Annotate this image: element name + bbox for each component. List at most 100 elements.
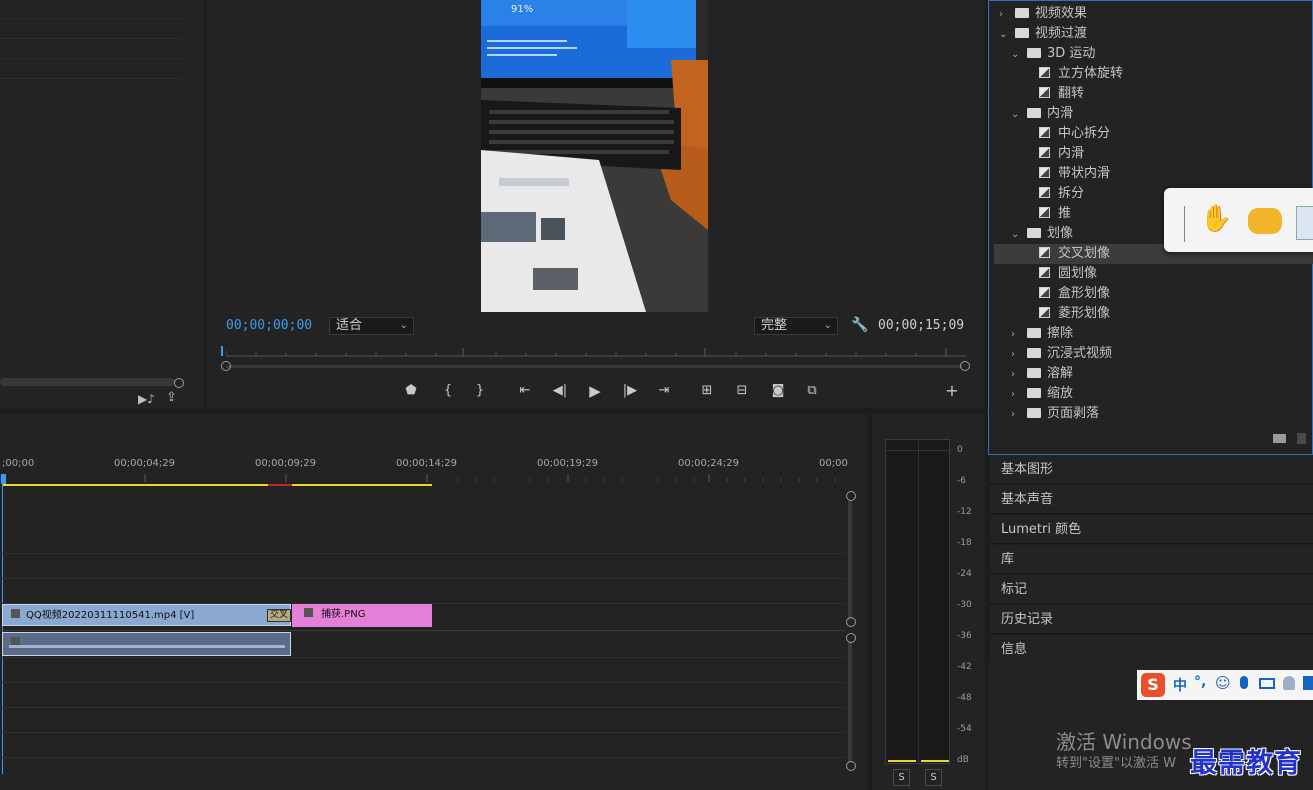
- tree-folder-row[interactable]: › 溶解: [1011, 364, 1073, 384]
- mark-out-icon[interactable]: }: [469, 382, 491, 400]
- chevron-right-icon[interactable]: ›: [999, 5, 1009, 25]
- lift-icon[interactable]: ⊞: [696, 382, 718, 400]
- tree-effect-row[interactable]: 立方体旋转: [1039, 64, 1123, 84]
- comparison-view-icon[interactable]: ⧉: [801, 382, 823, 400]
- wrench-icon[interactable]: 🔧: [851, 317, 868, 333]
- fit-dropdown[interactable]: 适合 ⌄: [329, 317, 414, 335]
- track-divider: [0, 682, 845, 683]
- tree-effect-row[interactable]: 内滑: [1039, 144, 1084, 164]
- step-forward-icon[interactable]: |▶: [619, 382, 641, 400]
- sogou-logo-icon[interactable]: S: [1141, 673, 1165, 697]
- scroll-handle[interactable]: [174, 378, 184, 388]
- chevron-right-icon[interactable]: ›: [1011, 325, 1021, 345]
- delete-icon[interactable]: [1297, 433, 1306, 444]
- tree-folder-row[interactable]: › 擦除: [1011, 324, 1073, 344]
- scroll-handle[interactable]: [846, 633, 856, 643]
- microphone-icon[interactable]: [1240, 676, 1248, 689]
- chevron-right-icon[interactable]: ›: [1011, 385, 1021, 405]
- video-track-scrollbar[interactable]: [848, 500, 852, 620]
- go-to-out-icon[interactable]: ⇥: [653, 382, 675, 400]
- play-icon[interactable]: ▶: [584, 382, 606, 400]
- scroll-handle[interactable]: [846, 761, 856, 771]
- upload-icon[interactable]: [1303, 676, 1313, 690]
- tree-effect-row[interactable]: 盒形划像: [1039, 284, 1110, 304]
- tree-folder-row[interactable]: › 沉浸式视频: [1011, 344, 1112, 364]
- hand-icon[interactable]: ✋: [1200, 204, 1232, 234]
- chevron-right-icon[interactable]: ›: [1011, 365, 1021, 385]
- chevron-down-icon[interactable]: ⌄: [1011, 105, 1021, 125]
- tree-folder-row[interactable]: › 缩放: [1011, 384, 1073, 404]
- go-to-in-icon[interactable]: ⇤: [514, 382, 536, 400]
- export-icon[interactable]: ⇪: [166, 390, 177, 405]
- timeline-playhead-line[interactable]: [2, 484, 3, 774]
- side-panel-tab[interactable]: 信息: [990, 635, 1313, 664]
- add-button-icon[interactable]: +: [941, 382, 963, 400]
- solo-button-left[interactable]: S: [893, 769, 910, 786]
- zoom-handle-right[interactable]: [960, 361, 970, 371]
- music-note-icon[interactable]: ▶♪: [138, 392, 155, 406]
- video-progress-text: 91%: [511, 4, 533, 15]
- tree-effect-row[interactable]: 翻转: [1039, 84, 1084, 104]
- side-panel-tab[interactable]: 基本声音: [990, 485, 1313, 514]
- tree-effect-row[interactable]: 交叉划像: [1039, 244, 1110, 264]
- side-panel-tab[interactable]: 历史记录: [990, 605, 1313, 634]
- side-panel-tab[interactable]: Lumetri 颜色: [990, 515, 1313, 544]
- chevron-right-icon[interactable]: ›: [1011, 405, 1021, 425]
- step-back-icon[interactable]: ◀|: [549, 382, 571, 400]
- tree-effect-row[interactable]: 中心拆分: [1039, 124, 1110, 144]
- emoji-icon[interactable]: ☺: [1215, 674, 1231, 692]
- keyboard-icon[interactable]: [1259, 678, 1275, 689]
- image-clip[interactable]: 捕获.PNG: [292, 604, 432, 627]
- current-timecode[interactable]: 00;00;00;00: [226, 318, 312, 333]
- audio-track-scrollbar[interactable]: [848, 641, 852, 763]
- chevron-down-icon[interactable]: ⌄: [1011, 225, 1021, 245]
- zoom-bar[interactable]: [226, 365, 962, 368]
- transition-effect-icon: [1039, 247, 1050, 258]
- work-area-bar[interactable]: [2, 484, 432, 486]
- audio-clip[interactable]: [2, 632, 291, 656]
- tree-item-label: 内滑: [1058, 146, 1085, 161]
- side-panel-tab[interactable]: 标记: [990, 575, 1313, 604]
- tree-folder-row[interactable]: › 页面剥落: [1011, 404, 1099, 424]
- notepad-icon[interactable]: [1296, 206, 1313, 240]
- zoom-handle-left[interactable]: [221, 361, 231, 371]
- tree-folder-row[interactable]: ⌄ 3D 运动: [1011, 44, 1095, 64]
- chat-bubble-icon[interactable]: [1248, 208, 1282, 234]
- track-divider: [0, 578, 845, 579]
- chevron-down-icon[interactable]: ⌄: [999, 25, 1009, 45]
- quality-dropdown[interactable]: 完整 ⌄: [754, 317, 838, 335]
- video-clip[interactable]: QQ视频20220311110541.mp4 [V]: [2, 604, 291, 626]
- tree-folder-row[interactable]: ⌄ 划像: [1011, 224, 1073, 244]
- tree-item-label: 视频效果: [1035, 6, 1088, 21]
- chevron-down-icon[interactable]: ⌄: [1011, 45, 1021, 65]
- tree-item-label: 缩放: [1047, 386, 1074, 401]
- tree-effect-row[interactable]: 圆划像: [1039, 264, 1097, 284]
- scroll-handle[interactable]: [846, 491, 856, 501]
- ime-language-toggle[interactable]: 中: [1173, 675, 1187, 695]
- solo-button-right[interactable]: S: [925, 769, 942, 786]
- zoom-scrollbar[interactable]: [0, 378, 175, 386]
- side-panel-tab[interactable]: 库: [990, 545, 1313, 574]
- chevron-right-icon[interactable]: ›: [1011, 345, 1021, 365]
- user-icon[interactable]: [1283, 676, 1295, 690]
- mark-in-icon[interactable]: {: [437, 382, 459, 400]
- add-marker-icon[interactable]: ⬟: [400, 382, 422, 400]
- tree-effect-row[interactable]: 拆分: [1039, 184, 1084, 204]
- tree-folder-row[interactable]: ⌄ 内滑: [1011, 104, 1073, 124]
- extract-icon[interactable]: ⊟: [731, 382, 753, 400]
- scrub-ruler[interactable]: [226, 348, 966, 358]
- punctuation-icon[interactable]: °,: [1194, 674, 1206, 690]
- tree-folder-row[interactable]: › 视频效果: [999, 4, 1087, 24]
- tree-effect-row[interactable]: 推: [1039, 204, 1071, 224]
- playhead-marker[interactable]: [221, 346, 223, 356]
- timeline-playhead-handle[interactable]: [1, 474, 6, 484]
- tree-folder-row[interactable]: ⌄ 视频过渡: [999, 24, 1087, 44]
- scroll-handle[interactable]: [846, 617, 856, 627]
- transition-effect-icon: [1039, 267, 1050, 278]
- tree-effect-row[interactable]: 带状内滑: [1039, 164, 1110, 184]
- camera-icon[interactable]: ◙: [767, 382, 789, 400]
- side-panel-tab[interactable]: 基本图形: [990, 455, 1313, 484]
- tree-effect-row[interactable]: 菱形划像: [1039, 304, 1110, 324]
- transition-clip[interactable]: 交叉: [267, 609, 291, 622]
- new-bin-icon[interactable]: [1273, 434, 1286, 443]
